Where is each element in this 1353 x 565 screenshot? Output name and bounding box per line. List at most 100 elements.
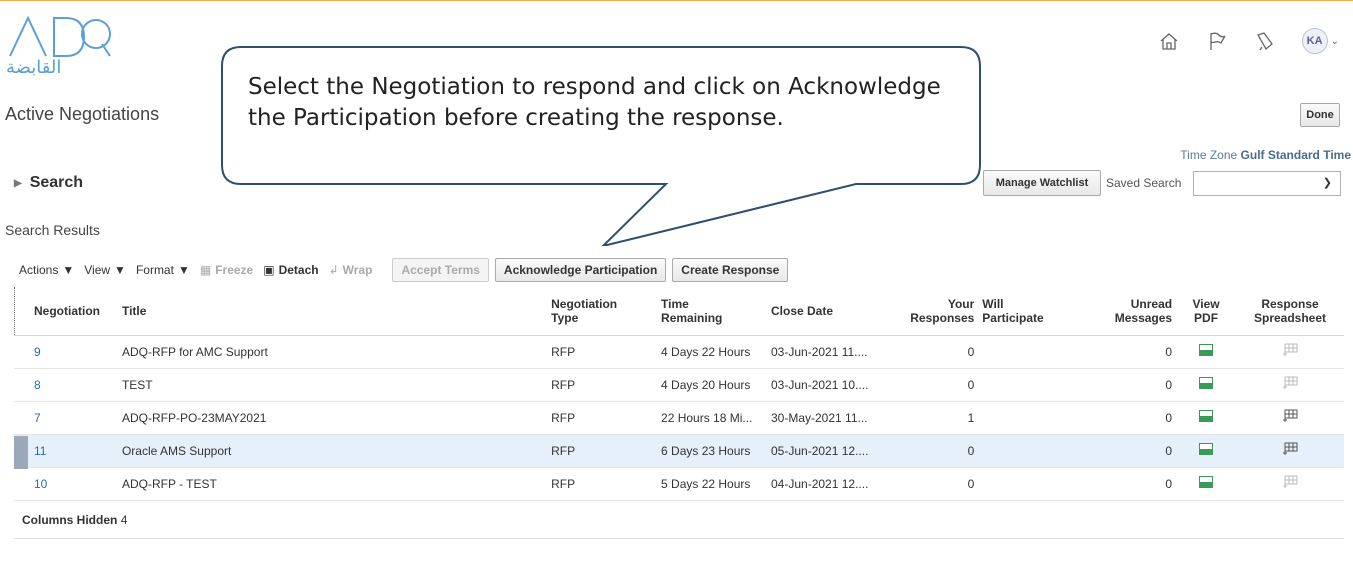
col-negotiation-type[interactable]: Negotiation Type xyxy=(547,287,658,336)
detach-button[interactable]: ▣ Detach xyxy=(263,263,318,277)
manage-watchlist-button[interactable]: Manage Watchlist xyxy=(983,170,1101,196)
expand-triangle-icon: ▶ xyxy=(14,177,22,189)
accept-terms-button[interactable]: Accept Terms xyxy=(392,258,489,282)
avatar[interactable]: KA xyxy=(1301,28,1328,54)
wrap-button[interactable]: ↲ Wrap xyxy=(329,263,373,277)
done-button[interactable]: Done xyxy=(1300,103,1340,127)
pdf-icon[interactable] xyxy=(1199,476,1214,488)
col-will-label-2: Participate xyxy=(982,310,1044,325)
acknowledge-participation-button[interactable]: Acknowledge Participation xyxy=(494,258,667,282)
selected-row-marker xyxy=(14,436,28,469)
col-view-pdf[interactable]: View PDF xyxy=(1176,287,1237,336)
row-unread[interactable]: 0 xyxy=(1098,401,1177,435)
flag-icon[interactable] xyxy=(1206,30,1228,52)
table-row[interactable]: 10 ADQ-RFP - TEST RFP 5 Days 22 Hours 04… xyxy=(14,467,1344,501)
col-time-label-2: Remaining xyxy=(661,310,723,325)
table-row-selected[interactable]: 11 Oracle AMS Support RFP 6 Days 23 Hour… xyxy=(14,434,1344,468)
pdf-icon[interactable] xyxy=(1199,410,1214,422)
header-icons: KA ⌄ xyxy=(1158,28,1339,54)
row-time: 22 Hours 18 Mi... xyxy=(657,401,767,435)
col-unread-messages[interactable]: Unread Messages xyxy=(1098,287,1177,336)
view-pdf-cell xyxy=(1176,368,1237,402)
home-icon[interactable] xyxy=(1158,30,1180,52)
spreadsheet-icon[interactable] xyxy=(1282,409,1298,423)
col-type-label-1: Negotiation xyxy=(551,296,618,311)
bell-icon[interactable] xyxy=(1254,30,1276,52)
col-negotiation-label: Negotiation xyxy=(34,303,100,318)
columns-hidden-info: Columns Hidden 4 xyxy=(22,513,127,527)
chevron-down-icon: ❯ xyxy=(1322,177,1332,189)
row-close-date: 05-Jun-2021 12.... xyxy=(767,434,873,468)
row-type: RFP xyxy=(547,467,658,501)
saved-search-select[interactable]: ❯ xyxy=(1193,171,1341,196)
spreadsheet-cell xyxy=(1236,335,1344,369)
format-menu[interactable]: Format ▼ xyxy=(136,263,190,277)
create-response-button[interactable]: Create Response xyxy=(672,258,789,282)
negotiation-link[interactable]: 10 xyxy=(34,477,47,491)
row-type: RFP xyxy=(547,434,658,468)
column-resize-grip[interactable] xyxy=(14,287,16,335)
col-response-spreadsheet[interactable]: Response Spreadsheet xyxy=(1236,287,1344,336)
search-label: Search xyxy=(29,174,84,191)
row-title: ADQ-RFP-PO-23MAY2021 xyxy=(117,401,548,435)
columns-hidden-label: Columns Hidden xyxy=(22,513,118,527)
col-unread-label-2: Messages xyxy=(1114,310,1173,325)
col-title[interactable]: Title xyxy=(117,287,548,336)
negotiation-link[interactable]: 11 xyxy=(34,444,46,458)
row-will xyxy=(978,467,1099,501)
table-row[interactable]: 7 ADQ-RFP-PO-23MAY2021 RFP 22 Hours 18 M… xyxy=(14,401,1344,435)
chevron-down-icon: ⌄ xyxy=(1330,35,1339,47)
row-title: TEST xyxy=(117,368,548,402)
spreadsheet-cell xyxy=(1236,368,1344,402)
row-time: 6 Days 23 Hours xyxy=(657,434,767,468)
col-time-label-1: Time xyxy=(661,296,689,311)
freeze-label: Freeze xyxy=(215,263,254,277)
logo-arabic-text: القابضة xyxy=(6,57,62,78)
user-menu[interactable]: KA ⌄ xyxy=(1301,28,1339,54)
row-unread[interactable]: 0 xyxy=(1098,434,1177,468)
row-unread[interactable]: 0 xyxy=(1098,368,1177,402)
search-toggle[interactable]: ▶ Search xyxy=(14,174,83,192)
actions-menu[interactable]: Actions ▼ xyxy=(19,263,74,277)
spreadsheet-icon[interactable] xyxy=(1282,442,1298,456)
view-menu[interactable]: View ▼ xyxy=(84,263,126,277)
bottom-divider xyxy=(14,538,1344,539)
callout-line-1: Select the Negotiation to respond and cl… xyxy=(248,74,941,100)
spreadsheet-icon[interactable] xyxy=(1282,475,1298,489)
row-title: ADQ-RFP - TEST xyxy=(117,467,548,501)
col-title-label: Title xyxy=(121,303,147,318)
spreadsheet-icon[interactable] xyxy=(1282,343,1298,357)
row-title: ADQ-RFP for AMC Support xyxy=(117,335,548,369)
table-row[interactable]: 9 ADQ-RFP for AMC Support RFP 4 Days 22 … xyxy=(14,335,1344,369)
page-title: Active Negotiations xyxy=(5,104,160,124)
row-responses: 0 xyxy=(872,335,979,369)
dropdown-arrow-icon: ▼ xyxy=(62,263,75,277)
row-responses[interactable]: 1 xyxy=(872,401,979,435)
table-row[interactable]: 8 TEST RFP 4 Days 20 Hours 03-Jun-2021 1… xyxy=(14,368,1344,402)
pdf-icon[interactable] xyxy=(1199,443,1214,455)
dropdown-arrow-icon: ▼ xyxy=(177,263,190,277)
col-type-label-2: Type xyxy=(551,310,579,325)
col-negotiation[interactable]: Negotiation xyxy=(14,287,118,336)
col-close-date[interactable]: Close Date xyxy=(767,287,873,336)
callout-text: Select the Negotiation to respond and cl… xyxy=(248,72,968,134)
negotiation-link[interactable]: 7 xyxy=(34,411,41,425)
timezone-info: Time Zone Gulf Standard Time xyxy=(1180,148,1351,162)
negotiation-link[interactable]: 9 xyxy=(34,345,41,359)
freeze-button[interactable]: ▦ Freeze xyxy=(200,263,253,277)
pdf-icon[interactable] xyxy=(1199,344,1214,356)
col-close-date-label: Close Date xyxy=(771,303,834,318)
row-unread[interactable]: 0 xyxy=(1098,467,1177,501)
col-your-responses[interactable]: Your Responses xyxy=(872,287,979,336)
col-will-participate[interactable]: Will Participate xyxy=(978,287,1099,336)
negotiation-link[interactable]: 8 xyxy=(34,378,41,392)
view-pdf-cell xyxy=(1176,467,1237,501)
row-time: 4 Days 22 Hours xyxy=(657,335,767,369)
spreadsheet-icon[interactable] xyxy=(1282,376,1298,390)
row-unread[interactable]: 0 xyxy=(1098,335,1177,369)
col-time-remaining[interactable]: Time Remaining xyxy=(657,287,767,336)
pdf-icon[interactable] xyxy=(1199,377,1214,389)
row-time: 4 Days 20 Hours xyxy=(657,368,767,402)
col-unread-label-1: Unread xyxy=(1130,296,1173,311)
row-close-date: 03-Jun-2021 10.... xyxy=(767,368,873,402)
